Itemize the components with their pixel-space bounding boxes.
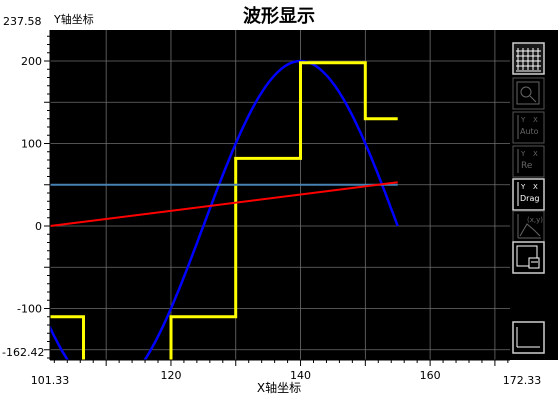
x-tick-label: 160 <box>420 369 441 382</box>
y-tick-label: 100 <box>21 138 42 151</box>
waveform-window: 波形显示 237.58 Y轴坐标 -162.42 101.33 172.33 X… <box>0 0 558 406</box>
x-tick-label: 120 <box>160 369 181 382</box>
svg-text:Y: Y <box>520 150 526 158</box>
x-min-label: 101.33 <box>31 374 70 387</box>
svg-text:X: X <box>533 183 538 191</box>
drag-label: Drag <box>520 194 539 203</box>
waveform-chart: 波形显示 237.58 Y轴坐标 -162.42 101.33 172.33 X… <box>2 5 558 395</box>
reset-label: Re <box>521 161 533 171</box>
svg-text:X: X <box>533 150 538 158</box>
grid-toggle-button[interactable] <box>512 42 545 75</box>
export-button[interactable] <box>512 241 545 274</box>
x-tick-label: 140 <box>290 369 311 382</box>
y-axis-label: Y轴坐标 <box>53 12 94 26</box>
y-tick-label: 200 <box>21 55 42 68</box>
chart-title: 波形显示 <box>243 5 315 27</box>
plot-background <box>50 30 510 360</box>
y-tick-label: -100 <box>17 303 42 316</box>
svg-text:X: X <box>533 116 538 124</box>
svg-text:Y: Y <box>520 183 526 191</box>
zoom-button[interactable] <box>512 77 545 110</box>
auto-scale-label: Auto <box>520 127 539 136</box>
svg-text:Y: Y <box>520 116 526 124</box>
auto-scale-button[interactable]: Y X Auto <box>512 111 545 144</box>
corner-button[interactable] <box>512 321 545 354</box>
xy-readout-label: (x,y) <box>527 216 543 224</box>
drag-button[interactable]: Y X Drag <box>512 178 545 211</box>
y-min-label: -162.42 <box>2 346 44 359</box>
x-axis-label: X轴坐标 <box>257 380 301 395</box>
reset-button[interactable]: Y X Re <box>512 145 545 178</box>
y-max-label: 237.58 <box>3 15 42 28</box>
x-max-label: 172.33 <box>503 374 542 387</box>
xy-readout-button[interactable]: (x,y) <box>512 210 545 243</box>
y-tick-label: 0 <box>35 220 42 233</box>
